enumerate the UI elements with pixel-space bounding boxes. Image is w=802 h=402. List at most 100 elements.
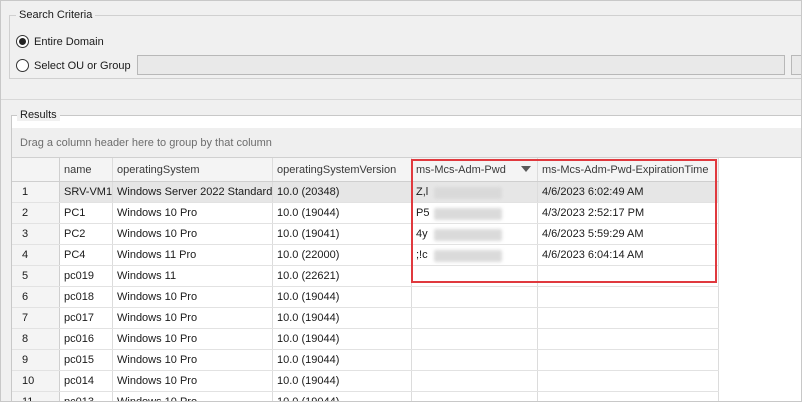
row-number[interactable]: 8: [12, 329, 60, 349]
cell-adm-pwd-expiration[interactable]: [538, 266, 719, 286]
cell-adm-pwd[interactable]: [412, 266, 538, 286]
row-number[interactable]: 7: [12, 308, 60, 328]
cell-adm-pwd-expiration[interactable]: 4/6/2023 5:59:29 AM: [538, 224, 719, 244]
table-row[interactable]: 9 pc015 Windows 10 Pro 10.0 (19044): [12, 350, 719, 371]
cell-name[interactable]: pc014: [60, 371, 113, 391]
cell-adm-pwd[interactable]: ;!c: [412, 245, 538, 265]
cell-operating-system[interactable]: Windows Server 2022 Standard: [113, 182, 273, 202]
table-row[interactable]: 6 pc018 Windows 10 Pro 10.0 (19044): [12, 287, 719, 308]
row-number[interactable]: 11: [12, 392, 60, 401]
cell-adm-pwd-expiration[interactable]: 4/6/2023 6:02:49 AM: [538, 182, 719, 202]
table-row[interactable]: 7 pc017 Windows 10 Pro 10.0 (19044): [12, 308, 719, 329]
splitter[interactable]: [1, 99, 801, 100]
row-number[interactable]: 6: [12, 287, 60, 307]
cell-os-version[interactable]: 10.0 (19044): [273, 287, 412, 307]
row-number[interactable]: 10: [12, 371, 60, 391]
table-row[interactable]: 5 pc019 Windows 11 10.0 (22621): [12, 266, 719, 287]
cell-adm-pwd-expiration[interactable]: [538, 392, 719, 401]
cell-os-version[interactable]: 10.0 (19044): [273, 203, 412, 223]
row-indicator-header: [12, 158, 60, 181]
table-row[interactable]: 4 PC4 Windows 11 Pro 10.0 (22000) ;!c 4/6/202…: [12, 245, 719, 266]
radio-select-ou[interactable]: Select OU or Group: [16, 59, 131, 72]
cell-os-version[interactable]: 10.0 (19044): [273, 350, 412, 370]
cell-adm-pwd-expiration[interactable]: [538, 329, 719, 349]
cell-adm-pwd-expiration[interactable]: [538, 371, 719, 391]
row-number[interactable]: 5: [12, 266, 60, 286]
row-number[interactable]: 4: [12, 245, 60, 265]
cell-adm-pwd-expiration[interactable]: [538, 350, 719, 370]
radio-button-unchecked[interactable]: [16, 59, 29, 72]
cell-operating-system[interactable]: Windows 11: [113, 266, 273, 286]
cell-adm-pwd[interactable]: [412, 371, 538, 391]
column-header-operating-system[interactable]: operatingSystem: [113, 158, 273, 181]
cell-adm-pwd[interactable]: [412, 287, 538, 307]
cell-os-version[interactable]: 10.0 (19044): [273, 371, 412, 391]
cell-operating-system[interactable]: Windows 10 Pro: [113, 329, 273, 349]
column-header-os-version[interactable]: operatingSystemVersion: [273, 158, 412, 181]
sort-descending-icon: [521, 166, 531, 172]
cell-os-version[interactable]: 10.0 (22000): [273, 245, 412, 265]
cell-adm-pwd[interactable]: Z,l: [412, 182, 538, 202]
browse-ou-button[interactable]: [791, 55, 801, 75]
column-header-adm-pwd-label: ms-Mcs-Adm-Pwd: [416, 163, 506, 176]
table-row[interactable]: 8 pc016 Windows 10 Pro 10.0 (19044): [12, 329, 719, 350]
cell-adm-pwd[interactable]: [412, 392, 538, 401]
cell-name[interactable]: PC2: [60, 224, 113, 244]
cell-operating-system[interactable]: Windows 10 Pro: [113, 350, 273, 370]
cell-name[interactable]: pc013: [60, 392, 113, 401]
redacted-password-blur: [434, 187, 502, 199]
cell-os-version[interactable]: 10.0 (19044): [273, 329, 412, 349]
group-by-panel[interactable]: Drag a column header here to group by th…: [12, 128, 801, 158]
radio-button-checked[interactable]: [16, 35, 29, 48]
cell-operating-system[interactable]: Windows 10 Pro: [113, 392, 273, 401]
cell-os-version[interactable]: 10.0 (19041): [273, 224, 412, 244]
results-grid: name operatingSystem operatingSystemVers…: [12, 158, 801, 401]
radio-entire-domain[interactable]: Entire Domain: [16, 35, 104, 48]
cell-operating-system[interactable]: Windows 10 Pro: [113, 371, 273, 391]
cell-name[interactable]: PC1: [60, 203, 113, 223]
column-header-name[interactable]: name: [60, 158, 113, 181]
search-criteria-legend: Search Criteria: [16, 9, 96, 21]
cell-operating-system[interactable]: Windows 11 Pro: [113, 245, 273, 265]
cell-os-version[interactable]: 10.0 (22621): [273, 266, 412, 286]
row-number[interactable]: 9: [12, 350, 60, 370]
cell-name[interactable]: pc017: [60, 308, 113, 328]
cell-os-version[interactable]: 10.0 (19044): [273, 308, 412, 328]
cell-adm-pwd[interactable]: [412, 308, 538, 328]
cell-operating-system[interactable]: Windows 10 Pro: [113, 287, 273, 307]
table-row[interactable]: 10 pc014 Windows 10 Pro 10.0 (19044): [12, 371, 719, 392]
cell-adm-pwd-expiration[interactable]: [538, 308, 719, 328]
cell-adm-pwd[interactable]: [412, 350, 538, 370]
cell-os-version[interactable]: 10.0 (20348): [273, 182, 412, 202]
row-number[interactable]: 3: [12, 224, 60, 244]
column-header-adm-pwd-expiration[interactable]: ms-Mcs-Adm-Pwd-ExpirationTime: [538, 158, 719, 181]
cell-adm-pwd[interactable]: [412, 329, 538, 349]
column-header-adm-pwd[interactable]: ms-Mcs-Adm-Pwd: [412, 158, 538, 181]
cell-name[interactable]: pc018: [60, 287, 113, 307]
cell-adm-pwd-expiration[interactable]: [538, 287, 719, 307]
cell-name[interactable]: pc016: [60, 329, 113, 349]
cell-operating-system[interactable]: Windows 10 Pro: [113, 224, 273, 244]
cell-name[interactable]: SRV-VM1: [60, 182, 113, 202]
row-number[interactable]: 1: [12, 182, 60, 202]
cell-name[interactable]: pc019: [60, 266, 113, 286]
radio-label-select-ou: Select OU or Group: [34, 59, 131, 72]
cell-adm-pwd[interactable]: P5: [412, 203, 538, 223]
cell-operating-system[interactable]: Windows 10 Pro: [113, 203, 273, 223]
cell-operating-system[interactable]: Windows 10 Pro: [113, 308, 273, 328]
cell-adm-pwd-expiration[interactable]: 4/3/2023 2:52:17 PM: [538, 203, 719, 223]
cell-os-version[interactable]: 10.0 (19044): [273, 392, 412, 401]
table-row[interactable]: 2 PC1 Windows 10 Pro 10.0 (19044) P5 4/3/2023…: [12, 203, 719, 224]
redacted-password-blur: [434, 229, 502, 241]
row-number[interactable]: 2: [12, 203, 60, 223]
cell-name[interactable]: pc015: [60, 350, 113, 370]
window-frame: Search Criteria Entire Domain Select OU …: [0, 0, 802, 402]
table-row[interactable]: 3 PC2 Windows 10 Pro 10.0 (19041) 4y 4/6/2023…: [12, 224, 719, 245]
table-row[interactable]: 1 SRV-VM1 Windows Server 2022 Standard 10.0…: [12, 182, 719, 203]
cell-adm-pwd[interactable]: 4y: [412, 224, 538, 244]
cell-name[interactable]: PC4: [60, 245, 113, 265]
cell-adm-pwd-expiration[interactable]: 4/6/2023 6:04:14 AM: [538, 245, 719, 265]
radio-label-entire-domain: Entire Domain: [34, 35, 104, 48]
table-row[interactable]: 11 pc013 Windows 10 Pro 10.0 (19044): [12, 392, 719, 401]
ou-group-input[interactable]: [137, 55, 785, 75]
